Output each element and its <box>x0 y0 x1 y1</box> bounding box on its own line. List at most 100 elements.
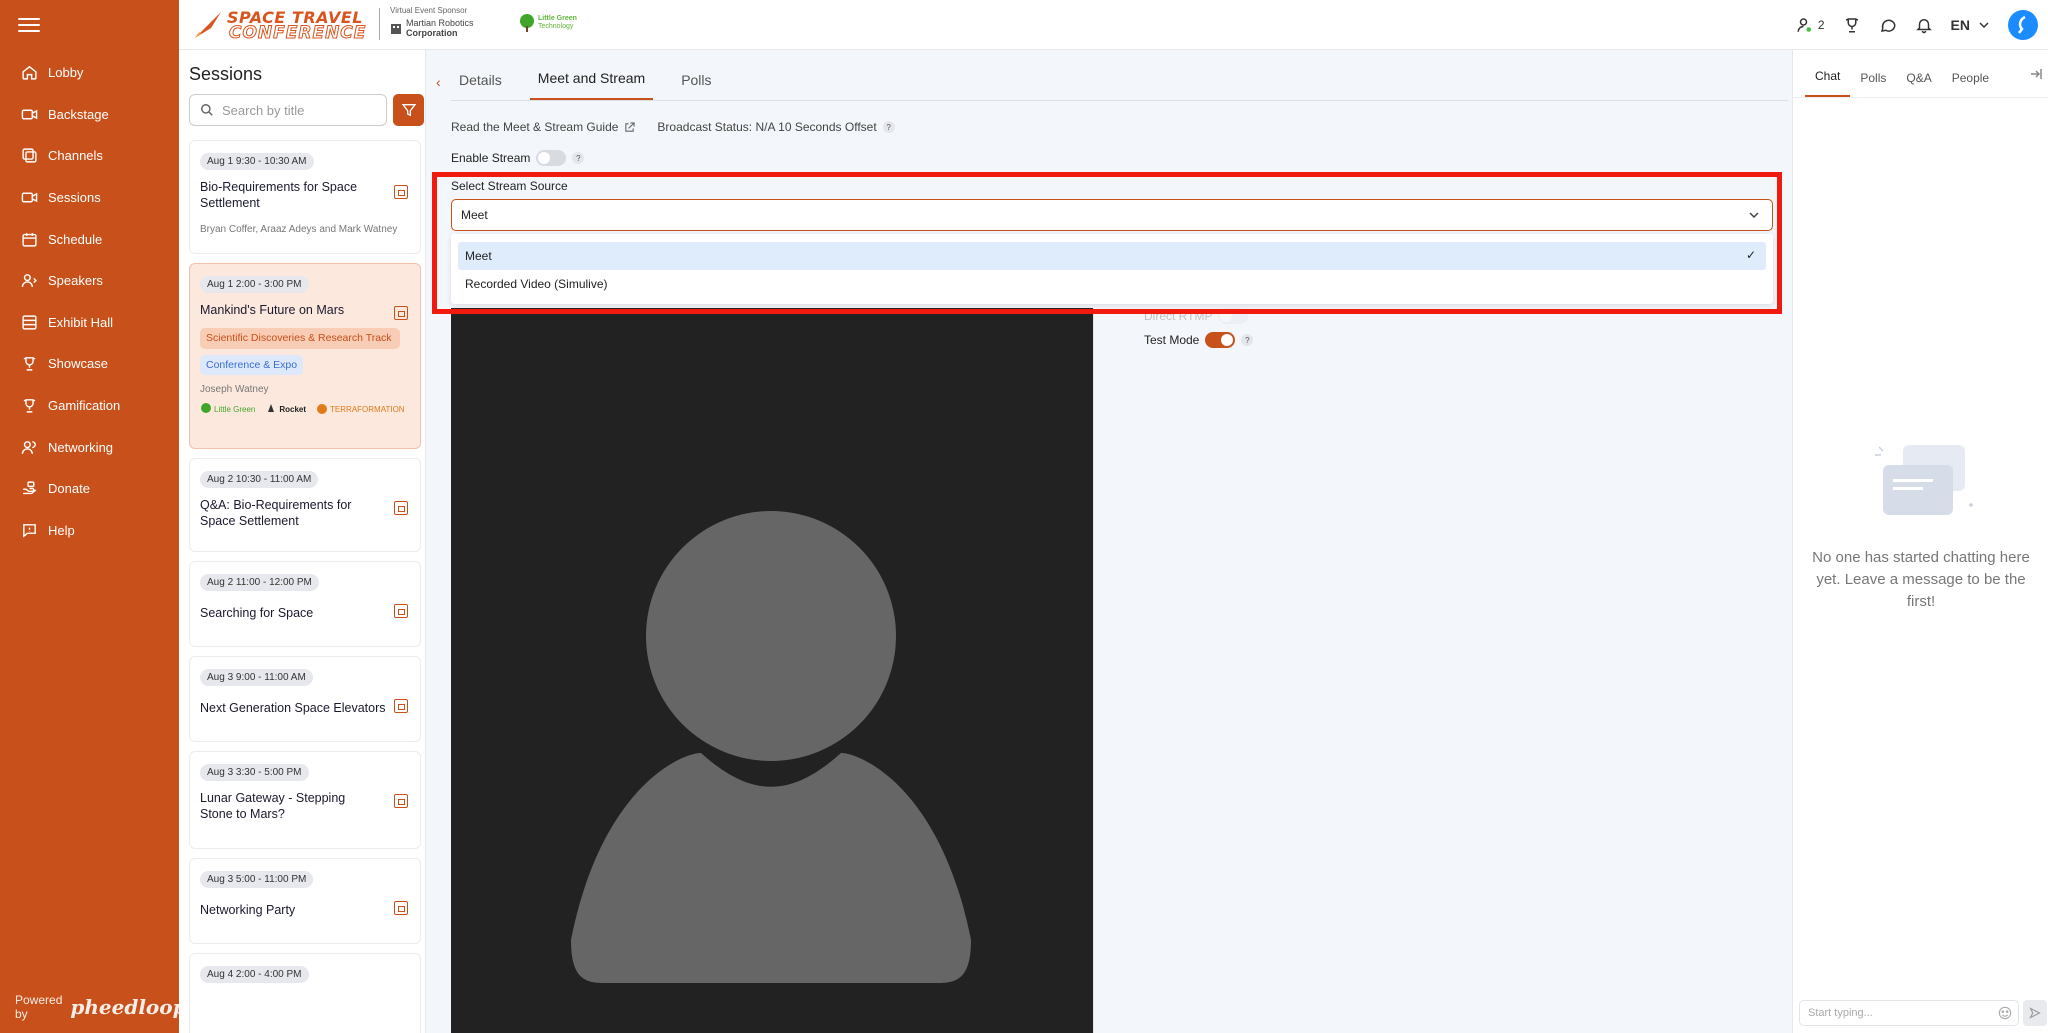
avatar[interactable] <box>2008 10 2038 40</box>
person-placeholder-icon <box>571 511 971 983</box>
tab-qa[interactable]: Q&A <box>1896 71 1941 97</box>
session-card[interactable]: Aug 3 3:30 - 5:00 PM Lunar Gateway - Ste… <box>189 751 421 849</box>
add-to-calendar-icon[interactable] <box>394 604 408 618</box>
enable-stream-row: Enable Stream ? <box>451 150 585 166</box>
sponsor-name-line-1: Martian Robotics <box>406 18 474 28</box>
sidebar-item-schedule[interactable]: Schedule <box>0 218 179 260</box>
trophy-icon[interactable] <box>1843 16 1861 34</box>
session-card[interactable]: Aug 4 2:00 - 4:00 PM <box>189 953 421 1033</box>
help-icon[interactable]: ? <box>572 152 585 164</box>
tab-polls[interactable]: Polls <box>1850 71 1896 97</box>
add-to-calendar-icon[interactable] <box>394 501 408 515</box>
sidebar: Lobby Backstage Channels Sessions Schedu… <box>0 0 187 1033</box>
filter-icon <box>401 104 416 117</box>
chat-bubble-icon[interactable] <box>1879 16 1897 34</box>
sessions-title: Sessions <box>189 64 263 84</box>
add-to-calendar-icon[interactable] <box>394 306 408 320</box>
hamburger-menu-icon[interactable] <box>18 14 40 34</box>
send-icon <box>2029 1007 2041 1019</box>
session-card[interactable]: Aug 3 9:00 - 11:00 AM Next Generation Sp… <box>189 656 421 742</box>
sidebar-item-speakers[interactable]: Speakers <box>0 260 179 302</box>
send-button[interactable] <box>2023 1000 2047 1026</box>
powered-by: Powered by pheedloop <box>15 993 187 1021</box>
help-icon[interactable]: ? <box>882 121 895 133</box>
sidebar-item-networking[interactable]: Networking <box>0 426 179 468</box>
chat-message-input[interactable]: Start typing... <box>1799 1000 2019 1026</box>
sidebar-item-showcase[interactable]: Showcase <box>0 343 179 385</box>
session-search-input[interactable]: Search by title <box>189 94 387 126</box>
sidebar-item-label: Gamification <box>48 398 121 414</box>
session-time: Aug 3 5:00 - 11:00 PM <box>200 871 314 888</box>
video-camera-icon <box>20 105 38 123</box>
session-card[interactable]: Aug 1 9:30 - 10:30 AM Bio-Requirements f… <box>189 140 421 254</box>
broadcast-status: Broadcast Status: N/A 10 Seconds Offset <box>657 120 877 134</box>
header-divider <box>379 8 380 40</box>
test-mode-label: Test Mode <box>1144 333 1200 347</box>
session-title: Mankind's Future on Mars <box>200 303 345 317</box>
sidebar-item-label: Showcase <box>48 356 108 372</box>
sidebar-item-donate[interactable]: Donate <box>0 468 179 510</box>
session-title: Next Generation Space Elevators <box>200 701 386 715</box>
tab-polls[interactable]: Polls <box>673 72 719 100</box>
session-card[interactable]: Aug 2 11:00 - 12:00 PM Searching for Spa… <box>189 561 421 647</box>
add-to-calendar-icon[interactable] <box>394 185 408 199</box>
sidebar-item-label: Speakers <box>48 273 103 289</box>
sidebar-item-lobby[interactable]: Lobby <box>0 52 179 94</box>
event-logo[interactable]: SPACE TRAVEL CONFERENCE <box>191 6 366 44</box>
add-to-calendar-icon[interactable] <box>394 794 408 808</box>
chevron-down-icon <box>1979 22 1989 29</box>
session-card[interactable]: Aug 3 5:00 - 11:00 PM Networking Party <box>189 858 421 944</box>
virtual-sponsor: Virtual Event Sponsor Martian Robotics Co… <box>390 6 474 38</box>
robot-icon <box>391 24 401 34</box>
sponsor-label: Virtual Event Sponsor <box>390 6 468 15</box>
sidebar-item-backstage[interactable]: Backstage <box>0 94 179 136</box>
session-title: Lunar Gateway - Stepping Stone to Mars? <box>200 791 346 821</box>
session-list: Aug 1 9:30 - 10:30 AM Bio-Requirements f… <box>189 140 421 1033</box>
enable-stream-toggle[interactable] <box>536 150 567 166</box>
filter-button[interactable] <box>393 94 424 126</box>
session-card-active[interactable]: Aug 1 2:00 - 3:00 PM Mankind's Future on… <box>189 263 421 449</box>
tab-meet-and-stream[interactable]: Meet and Stream <box>529 70 654 100</box>
sidebar-item-label: Help <box>48 522 75 538</box>
session-title: Networking Party <box>200 903 296 917</box>
bell-icon[interactable] <box>1915 16 1933 34</box>
home-icon <box>20 64 38 82</box>
sidebar-item-exhibit-hall[interactable]: Exhibit Hall <box>0 302 179 344</box>
enable-stream-label: Enable Stream <box>451 151 531 165</box>
search-placeholder: Search by title <box>222 102 305 118</box>
help-icon[interactable]: ? <box>1241 334 1254 346</box>
emoji-icon[interactable] <box>1998 1006 2012 1020</box>
language-selector[interactable]: EN <box>1951 17 1990 33</box>
stream-guide-link[interactable]: Read the Meet & Stream Guide <box>451 120 618 134</box>
tree-icon <box>201 403 211 413</box>
little-green-logo[interactable]: Little Green Technology <box>519 14 577 32</box>
external-link-icon[interactable] <box>624 121 636 133</box>
collapse-panel-icon[interactable] <box>2028 66 2044 82</box>
session-card[interactable]: Aug 2 10:30 - 11:00 AM Q&A: Bio-Requirem… <box>189 458 421 552</box>
session-title: Searching for Space <box>200 606 314 620</box>
tab-chat[interactable]: Chat <box>1805 69 1851 97</box>
sidebar-item-sessions[interactable]: Sessions <box>0 177 179 219</box>
session-speakers: Bryan Coffer, Araaz Adeys and Mark Watne… <box>200 224 398 235</box>
add-to-calendar-icon[interactable] <box>394 699 408 713</box>
planet-icon <box>317 404 328 414</box>
empty-chat-message: No one has started chatting here yet. Le… <box>1812 549 2030 610</box>
top-header: SPACE TRAVEL CONFERENCE Virtual Event Sp… <box>179 0 2048 50</box>
header-actions: 2 EN <box>1796 10 2038 40</box>
collapse-sessions-icon[interactable]: ‹ <box>436 74 441 90</box>
session-time: Aug 2 10:30 - 11:00 AM <box>200 471 319 488</box>
session-sponsor-logos: Little Green Rocket TERRAFORMATION <box>200 403 410 415</box>
sponsor-logo[interactable]: Martian Robotics Corporation <box>390 18 490 38</box>
tab-details[interactable]: Details <box>451 72 510 100</box>
test-mode-toggle[interactable] <box>1205 332 1236 348</box>
sponsor-logo-rocket: Rocket <box>265 403 306 415</box>
sidebar-item-help[interactable]: Help <box>0 510 179 552</box>
add-to-calendar-icon[interactable] <box>394 901 408 915</box>
pheedloop-logo[interactable]: pheedloop <box>70 995 186 1019</box>
powered-by-label: Powered by <box>15 993 63 1021</box>
attendee-count: 2 <box>1817 18 1825 32</box>
tab-people[interactable]: People <box>1942 71 1999 97</box>
attendees-button[interactable]: 2 <box>1796 16 1825 34</box>
sidebar-item-gamification[interactable]: Gamification <box>0 385 179 427</box>
sidebar-item-channels[interactable]: Channels <box>0 135 179 177</box>
